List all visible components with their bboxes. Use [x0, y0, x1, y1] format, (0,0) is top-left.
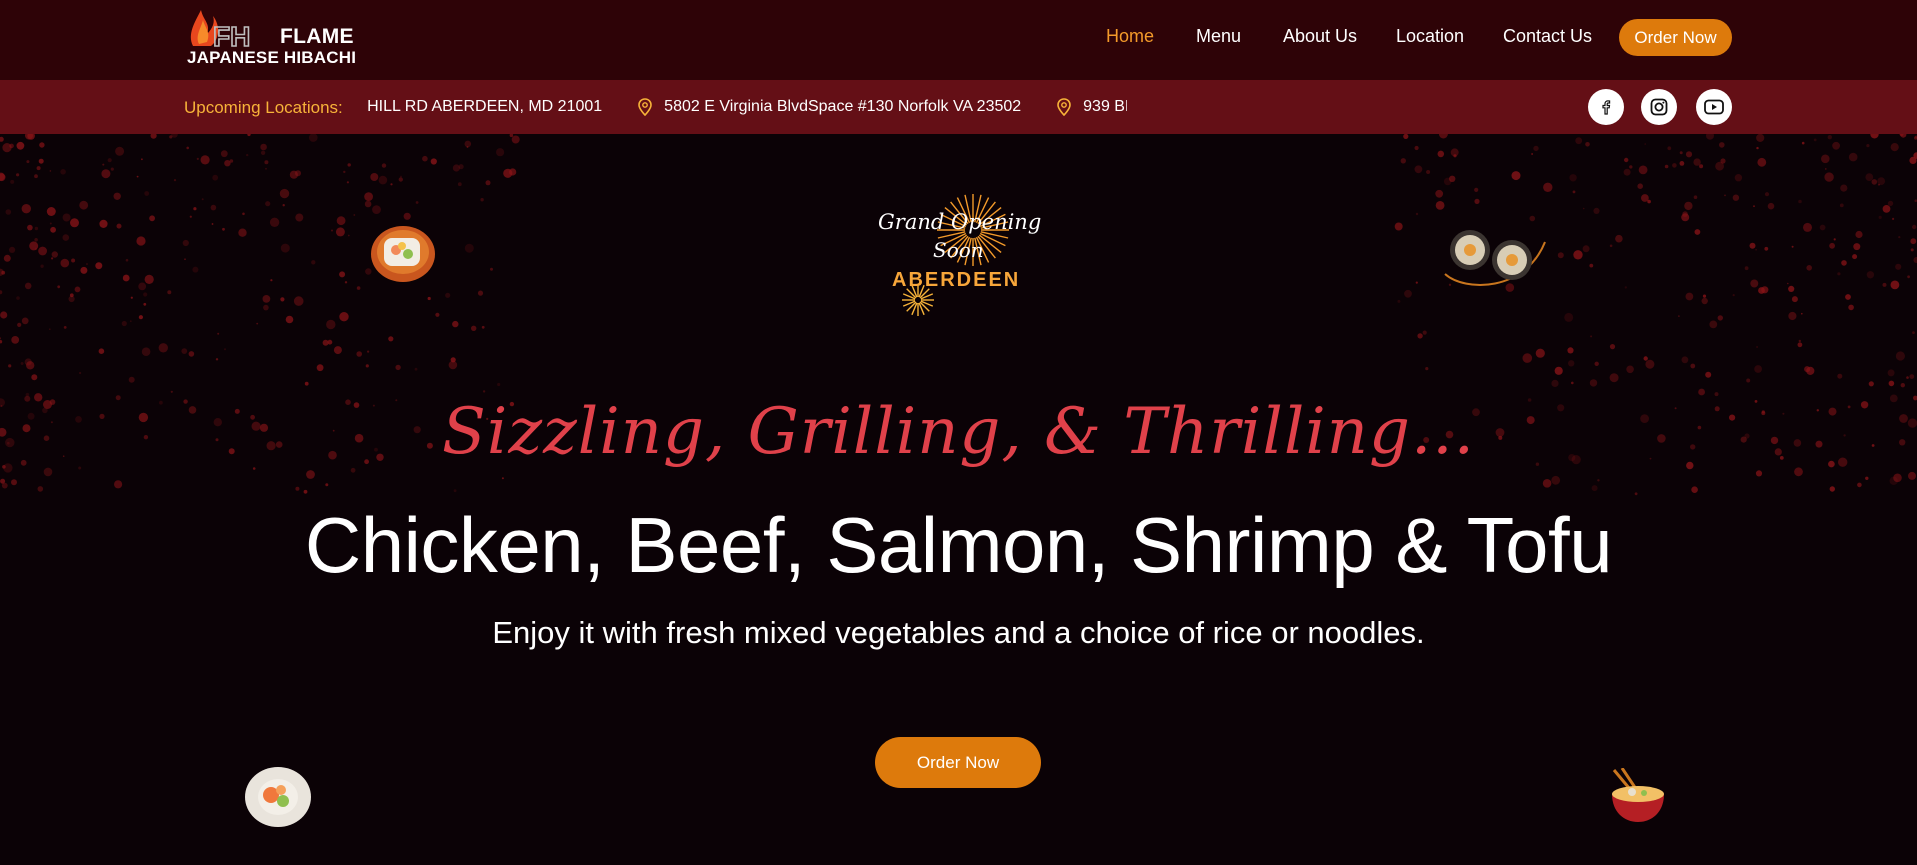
nav-contact-us[interactable]: Contact Us: [1503, 26, 1592, 47]
sushi-roll-icon: [371, 226, 435, 282]
brand-subtitle: JAPANESE HIBACHI: [187, 48, 357, 67]
header-order-now-button[interactable]: Order Now: [1619, 19, 1732, 56]
map-pin-icon: [638, 98, 652, 116]
ticker-label: Upcoming Locations:: [184, 98, 343, 117]
nav-about-us[interactable]: About Us: [1283, 26, 1357, 47]
ticker-track: S HILL RD ABERDEEN, MD 21001 5802 E Virg…: [362, 98, 1127, 116]
facebook-icon: [1602, 100, 1611, 115]
location-text: 939 BEARD: [1083, 98, 1127, 115]
firework-icon: [937, 194, 1009, 266]
nav-home[interactable]: Home: [1106, 26, 1154, 47]
location-text: 5802 E Virginia BlvdSpace #130 Norfolk V…: [664, 98, 1022, 115]
hero-subline: Enjoy it with fresh mixed vegetables and…: [492, 615, 1425, 650]
soon-text: Soon: [933, 238, 984, 262]
hero-tagline: Sizzling, Grilling, & Thrilling...: [442, 395, 1475, 469]
location-text: S HILL RD ABERDEEN, MD 21001: [362, 98, 603, 115]
facebook-link[interactable]: [1588, 89, 1624, 125]
upcoming-locations-bar: Upcoming Locations: S HILL RD ABERDEEN, …: [0, 80, 1917, 134]
brand-logo[interactable]: FH FLAME JAPANESE HIBACHI: [185, 8, 357, 70]
ticker-window: S HILL RD ABERDEEN, MD 21001 5802 E Virg…: [362, 80, 1127, 134]
location-item[interactable]: 939 BEARD: [1057, 98, 1127, 116]
youtube-link[interactable]: [1696, 89, 1732, 125]
location-item[interactable]: S HILL RD ABERDEEN, MD 21001: [362, 98, 602, 116]
grand-opening-text: Grand Opening: [878, 210, 1042, 234]
instagram-link[interactable]: [1641, 89, 1677, 125]
sushi-plate-icon: [1444, 230, 1546, 286]
map-pin-icon: [1057, 98, 1071, 116]
brand-name: FLAME: [280, 25, 354, 48]
hero-order-now-button[interactable]: Order Now: [875, 737, 1041, 788]
youtube-icon: [1704, 99, 1724, 115]
hero-headline: Chicken, Beef, Salmon, Shrimp & Tofu: [304, 501, 1613, 589]
noodle-bowl-icon: [1612, 768, 1664, 822]
location-item[interactable]: 5802 E Virginia BlvdSpace #130 Norfolk V…: [638, 98, 1021, 116]
nav-location[interactable]: Location: [1396, 26, 1464, 47]
rice-roll-icon: [245, 767, 311, 827]
nav-menu[interactable]: Menu: [1196, 26, 1241, 47]
site-header: FH FLAME JAPANESE HIBACHI Home Menu Abou…: [0, 0, 1917, 80]
grand-opening-badge: Grand Opening Soon ABERDEEN: [868, 190, 1048, 320]
svg-text:FH: FH: [213, 21, 250, 50]
opening-city: ABERDEEN: [892, 269, 1021, 291]
flame-logo-icon: FH: [190, 10, 251, 50]
instagram-icon: [1650, 98, 1668, 116]
